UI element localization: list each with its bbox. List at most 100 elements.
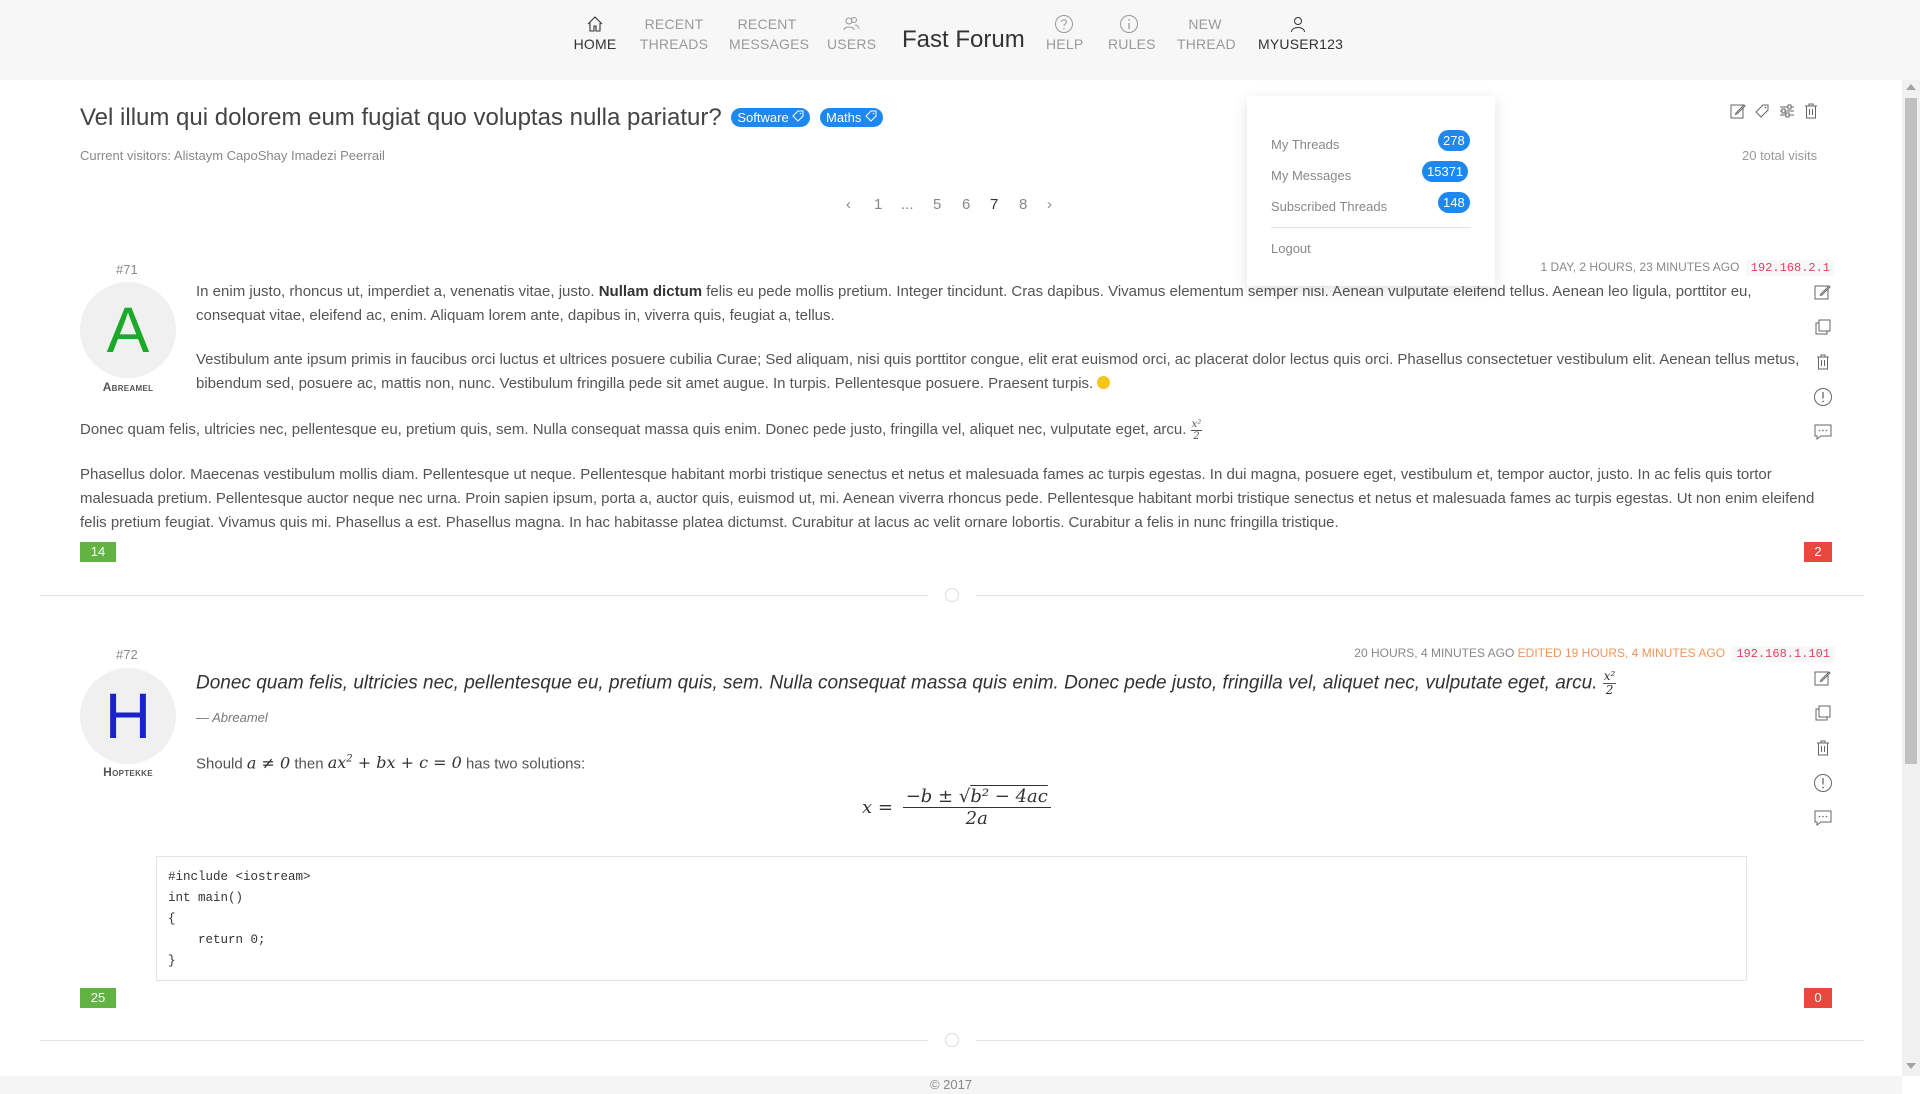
scrollbar[interactable] xyxy=(1902,80,1920,1076)
page-7-current[interactable]: 7 xyxy=(990,196,998,213)
math-inline: a ≠ 0 xyxy=(246,753,291,773)
nav-recent-threads-label-2: THREADS xyxy=(639,36,709,52)
count-badge: 15371 xyxy=(1422,161,1469,182)
delete-post-icon[interactable] xyxy=(1813,352,1833,372)
menu-item-my-messages[interactable]: My Messages xyxy=(1271,168,1351,183)
thread-settings-icon[interactable] xyxy=(1779,102,1795,120)
reply-post-icon[interactable] xyxy=(1813,422,1833,442)
nav-users-label: USERS xyxy=(827,36,877,52)
upvote-button[interactable]: 25 xyxy=(80,988,116,1008)
post-text: Vestibulum ante ipsum primis in faucibus… xyxy=(196,351,1800,392)
menu-item-logout[interactable]: Logout xyxy=(1271,241,1311,256)
nav-recent-messages-label-1: RECENT xyxy=(737,16,797,32)
math-inline: ax2 + bx + c = 0 xyxy=(327,753,462,773)
ip-address: 192.168.2.1 xyxy=(1745,260,1835,276)
avatar-letter: A xyxy=(106,294,150,366)
quadratic-formula: x = −b ± √b² − 4ac 2a xyxy=(862,786,1051,829)
edit-tags-icon[interactable] xyxy=(1754,102,1770,120)
user-dropdown-menu: My Threads 278 My Messages 15371 Subscri… xyxy=(1247,96,1495,286)
nav-users[interactable]: USERS xyxy=(827,14,877,54)
scroll-thumb[interactable] xyxy=(1905,98,1917,764)
footer: © 2017 xyxy=(0,1076,1902,1094)
delete-post-icon[interactable] xyxy=(1813,738,1833,758)
avatar[interactable]: A xyxy=(80,282,176,378)
edited-time: EDITED 19 HOURS, 4 MINUTES AGO xyxy=(1517,646,1726,660)
post-text: Donec quam felis, ultricies nec, pellent… xyxy=(80,421,1187,438)
tag-maths-label: Maths xyxy=(826,110,862,125)
report-post-icon[interactable] xyxy=(1813,773,1833,793)
upvote-button[interactable]: 14 xyxy=(80,542,116,562)
copy-post-icon[interactable] xyxy=(1813,703,1833,723)
page-5[interactable]: 5 xyxy=(933,196,941,213)
tag-maths[interactable]: Maths xyxy=(820,108,884,127)
avatar-letter: H xyxy=(104,680,152,752)
thread-title-text: Vel illum qui dolorem eum fugiat quo vol… xyxy=(80,104,722,131)
edit-thread-icon[interactable] xyxy=(1730,102,1746,120)
post-number: #71 xyxy=(116,262,138,277)
post-paragraph: Donec quam felis, ultricies nec, pellent… xyxy=(80,418,1580,442)
post-text-bold: Nullam dictum xyxy=(598,283,703,300)
page-6[interactable]: 6 xyxy=(962,196,970,213)
top-navigation: HOME RECENT THREADS RECENT MESSAGES USER… xyxy=(0,0,1920,80)
post-text: In enim justo, rhoncus ut, imperdiet a, … xyxy=(196,283,599,300)
nav-rules[interactable]: RULES xyxy=(1108,14,1155,54)
nav-help[interactable]: HELP xyxy=(1046,14,1084,54)
tag-software[interactable]: Software xyxy=(731,108,811,127)
blockquote: Donec quam felis, ultricies nec, pellent… xyxy=(196,670,1617,697)
downvote-button[interactable]: 2 xyxy=(1804,542,1832,562)
author-name[interactable]: Abreamel xyxy=(80,380,176,394)
post-time: 1 DAY, 2 HOURS, 23 MINUTES AGO xyxy=(1540,260,1740,274)
author-name[interactable]: Hoptekke xyxy=(80,765,176,779)
page-1[interactable]: 1 xyxy=(874,196,882,213)
post-paragraph: In enim justo, rhoncus ut, imperdiet a, … xyxy=(196,280,1806,328)
post-number: #72 xyxy=(116,647,138,662)
menu-item-subscribed-threads[interactable]: Subscribed Threads xyxy=(1271,199,1387,214)
edit-post-icon[interactable] xyxy=(1813,282,1833,302)
scroll-up-arrow-icon[interactable] xyxy=(1906,84,1916,90)
report-post-icon[interactable] xyxy=(1813,387,1833,407)
nav-recent-messages-label-2: MESSAGES xyxy=(729,36,810,52)
nav-user-menu[interactable]: MYUSER123 xyxy=(1258,14,1343,54)
page-8[interactable]: 8 xyxy=(1019,196,1027,213)
tag-icon xyxy=(792,110,804,122)
nav-recent-threads[interactable]: RECENT THREADS xyxy=(636,14,712,54)
thread-actions xyxy=(1730,102,1823,125)
reply-post-icon[interactable] xyxy=(1813,808,1833,828)
post-text: then xyxy=(290,755,328,773)
emoji-icon xyxy=(1097,376,1111,389)
home-icon xyxy=(587,16,603,32)
nav-new-thread[interactable]: NEW THREAD xyxy=(1177,14,1236,54)
post-meta: 20 HOURS, 4 MINUTES AGO EDITED 19 HOURS,… xyxy=(1354,646,1835,662)
edit-post-icon[interactable] xyxy=(1813,668,1833,688)
post-time: 20 HOURS, 4 MINUTES AGO xyxy=(1354,646,1515,660)
math-fraction: x² 2 xyxy=(1190,418,1203,442)
post-paragraph: Vestibulum ante ipsum primis in faucibus… xyxy=(196,348,1806,396)
user-icon xyxy=(1291,17,1305,33)
post-paragraph: Should a ≠ 0 then ax2 + bx + c = 0 has t… xyxy=(196,748,585,776)
nav-home-label: HOME xyxy=(573,36,617,52)
nav-recent-messages[interactable]: RECENT MESSAGES xyxy=(729,14,809,54)
scroll-down-arrow-icon[interactable] xyxy=(1906,1063,1916,1069)
brand-logo[interactable]: Fast Forum xyxy=(902,26,1025,54)
tag-icon xyxy=(865,110,877,122)
prev-page-icon[interactable]: ‹ xyxy=(846,196,851,213)
help-icon xyxy=(1055,15,1073,33)
menu-divider xyxy=(1271,227,1471,228)
next-page-icon[interactable]: › xyxy=(1047,196,1052,213)
nav-recent-threads-label-1: RECENT xyxy=(644,16,704,32)
nav-home[interactable]: HOME xyxy=(573,14,617,54)
avatar[interactable]: H xyxy=(80,668,176,764)
total-visits: 20 total visits xyxy=(1742,148,1818,163)
delete-thread-icon[interactable] xyxy=(1803,102,1819,120)
downvote-button[interactable]: 0 xyxy=(1804,988,1832,1008)
users-icon xyxy=(843,17,860,31)
copy-post-icon[interactable] xyxy=(1813,317,1833,337)
count-badge: 148 xyxy=(1438,192,1470,213)
thread-title: Vel illum qui dolorem eum fugiat quo vol… xyxy=(80,104,884,132)
nav-rules-label: RULES xyxy=(1108,36,1156,52)
nav-help-label: HELP xyxy=(1046,36,1084,52)
current-visitors: Current visitors: Alistaym CapoShay Imad… xyxy=(80,148,385,163)
menu-item-my-threads[interactable]: My Threads xyxy=(1271,137,1339,152)
quote-author: — Abreamel xyxy=(196,710,268,725)
nav-user-label: MYUSER123 xyxy=(1258,36,1344,52)
